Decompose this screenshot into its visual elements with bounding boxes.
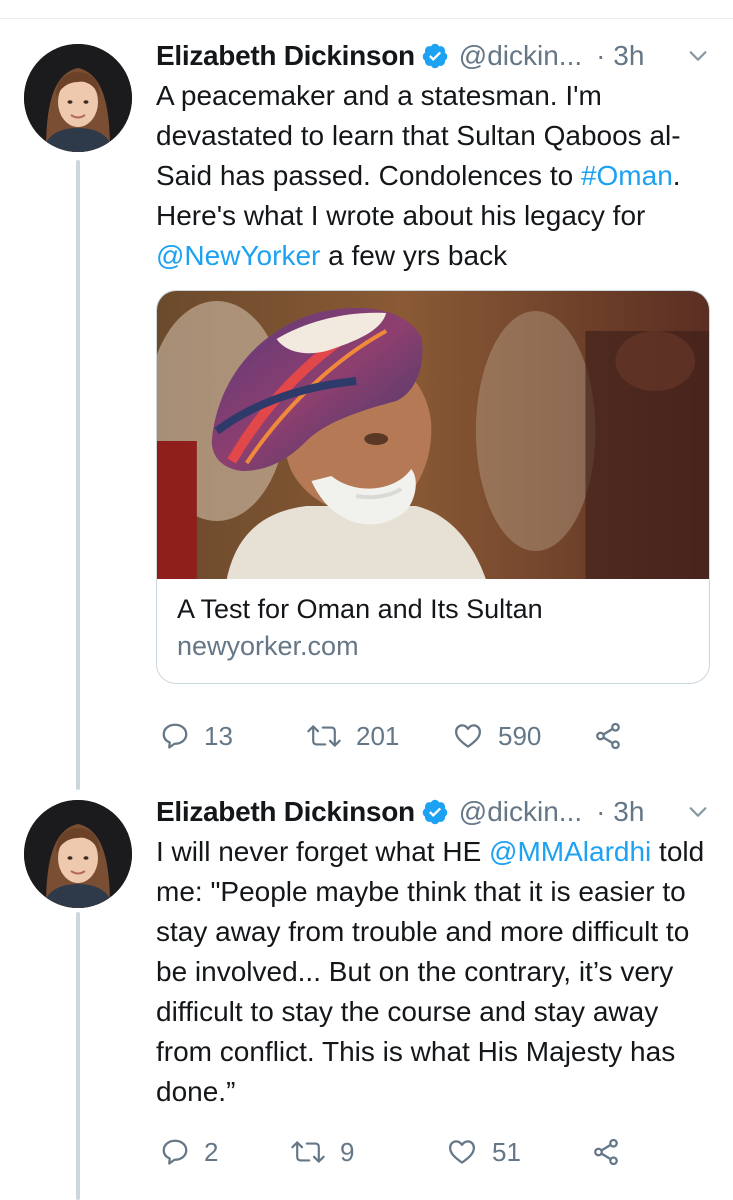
tweet-text-part: a few yrs back — [320, 240, 508, 271]
retweet-button[interactable]: 9 — [290, 1137, 446, 1168]
retweet-icon — [291, 1141, 325, 1163]
author-handle[interactable]: @dickin... — [459, 40, 582, 72]
card-body: A Test for Oman and Its Sultan newyorker… — [157, 579, 709, 683]
verified-badge-icon — [421, 798, 449, 826]
mention-link[interactable]: @NewYorker — [156, 240, 320, 271]
mention-link[interactable]: @MMAlardhi — [489, 836, 651, 867]
share-icon — [594, 1138, 618, 1166]
author-handle[interactable]: @dickin... — [459, 796, 582, 828]
chevron-down-icon[interactable] — [684, 798, 712, 826]
tweet-content: Elizabeth Dickinson @dickin... · 3h I wi… — [156, 794, 712, 1112]
card-domain: newyorker.com — [177, 631, 359, 661]
timestamp[interactable]: · 3h — [596, 796, 644, 828]
author-name[interactable]: Elizabeth Dickinson — [156, 40, 415, 72]
reply-icon — [162, 723, 188, 749]
tweet-text-part: told me: "People maybe think that it is … — [156, 836, 712, 1107]
reply-count: 13 — [204, 720, 233, 751]
retweet-count: 201 — [356, 720, 400, 751]
timestamp[interactable]: · 3h — [596, 40, 644, 72]
tweet[interactable]: Elizabeth Dickinson @dickin... · 3h I wi… — [0, 780, 733, 1200]
card-title: A Test for Oman and Its Sultan — [177, 594, 543, 624]
chevron-down-icon[interactable] — [684, 42, 712, 70]
author-name[interactable]: Elizabeth Dickinson — [156, 796, 415, 828]
tweet[interactable]: Elizabeth Dickinson @dickin... · 3h A pe… — [0, 0, 733, 780]
link-card[interactable]: A Test for Oman and Its Sultan newyorker… — [156, 290, 710, 684]
avatar[interactable] — [24, 800, 132, 908]
like-count: 51 — [492, 1136, 521, 1167]
tweet-text: A peacemaker and a statesman. I'm devast… — [156, 76, 712, 276]
retweet-button[interactable]: 201 — [306, 721, 452, 752]
tweet-content: Elizabeth Dickinson @dickin... · 3h A pe… — [156, 38, 712, 684]
reply-button[interactable]: 13 — [160, 721, 306, 752]
retweet-icon — [307, 725, 341, 747]
reply-icon — [162, 1139, 188, 1165]
like-button[interactable]: 590 — [452, 721, 592, 752]
tweet-text: I will never forget what HE @MMAlardhi t… — [156, 832, 712, 1112]
share-button[interactable] — [590, 1137, 622, 1167]
like-icon — [449, 1140, 475, 1164]
tweet-text-part: I will never forget what HE — [156, 836, 490, 867]
reply-button[interactable]: 2 — [160, 1137, 290, 1168]
share-button[interactable] — [592, 721, 624, 751]
tweet-header: Elizabeth Dickinson @dickin... · 3h — [156, 38, 712, 74]
tweet-header: Elizabeth Dickinson @dickin... · 3h — [156, 794, 712, 830]
hashtag-link[interactable]: #Oman — [581, 160, 673, 191]
avatar[interactable] — [24, 44, 132, 152]
tweet-actions: 13 201 590 — [160, 716, 660, 756]
retweet-count: 9 — [340, 1136, 355, 1167]
like-button[interactable]: 51 — [446, 1137, 590, 1168]
like-icon — [455, 724, 481, 748]
tweet-actions: 2 9 51 — [160, 1132, 660, 1172]
verified-badge-icon — [421, 42, 449, 70]
share-icon — [596, 722, 620, 750]
like-count: 590 — [498, 720, 542, 751]
reply-count: 2 — [204, 1136, 219, 1167]
card-image — [157, 291, 709, 579]
